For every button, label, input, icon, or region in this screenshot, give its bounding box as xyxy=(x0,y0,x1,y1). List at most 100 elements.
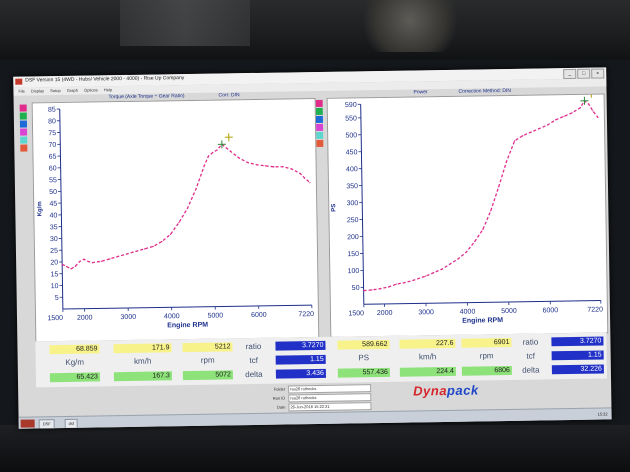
y-tick-label: 50 xyxy=(352,285,360,292)
y-tick-label: 70 xyxy=(48,142,56,149)
rpm-unit-label: rpm xyxy=(200,355,215,365)
minimize-button[interactable]: _ xyxy=(563,68,577,80)
taskbar-item-dsf[interactable]: DSF xyxy=(38,419,55,429)
monitor-bezel xyxy=(0,425,630,472)
x-tick-label: 4000 xyxy=(164,313,180,320)
power-correction: Correction Method: DIN xyxy=(458,87,512,95)
power-tcf-label: tcf xyxy=(526,351,535,361)
y-tick-label: 350 xyxy=(346,183,358,190)
y-tick-label: 85 xyxy=(48,107,56,114)
app-icon xyxy=(15,78,23,85)
runid-label: Run ID xyxy=(272,395,286,401)
y-tick-label: 250 xyxy=(347,217,359,224)
start-button[interactable] xyxy=(20,419,35,428)
legend-swatch[interactable] xyxy=(19,104,27,112)
power-speed-value: 227.6 xyxy=(399,338,456,349)
x-tick-label: 4000 xyxy=(460,309,476,316)
data-point xyxy=(424,275,427,277)
tcf-label: tcf xyxy=(249,355,258,366)
power-tcf-value: 1.15 xyxy=(551,350,604,361)
y-tick-label: 60 xyxy=(49,165,57,172)
legend-swatch[interactable] xyxy=(20,136,28,144)
torque-peak-value: 68.859 xyxy=(49,344,100,355)
power-unit-label: PS xyxy=(358,353,370,363)
delta-value: 3.436 xyxy=(275,368,326,379)
x-tick-label: 2000 xyxy=(77,315,93,322)
power-y-axis-title: PS xyxy=(331,203,338,212)
y-tick-label: 150 xyxy=(347,251,359,258)
data-point xyxy=(513,140,516,142)
torque-ref-value: 65.423 xyxy=(49,372,101,383)
legend-swatch[interactable] xyxy=(315,123,324,131)
power-delta-label: delta xyxy=(522,365,540,375)
tcf-value: 1.15 xyxy=(275,354,326,365)
y-tick-label: 450 xyxy=(346,149,358,156)
maximize-button[interactable]: □ xyxy=(577,68,591,79)
taskbar-clock: 15:22 xyxy=(597,411,608,417)
data-point xyxy=(396,283,398,285)
legend-swatch[interactable] xyxy=(315,107,323,115)
y-axis-line xyxy=(360,104,365,305)
legend-swatch[interactable] xyxy=(316,131,324,139)
torque-graph-panel: 5 10 15 20 25 30 35 40 45 50 55 60 65 70 75 80 85 1500 200… xyxy=(31,97,320,343)
x-tick-label: 7220 xyxy=(587,306,603,313)
y-tick-label: 100 xyxy=(348,268,360,275)
legend-swatch[interactable] xyxy=(316,139,324,147)
power-chart: 50 100 150 200 250 300 350 400 450 500 550 590 1500 2… xyxy=(345,94,603,325)
menu-setup[interactable]: Setup xyxy=(50,88,61,93)
x-tick-label: 5000 xyxy=(501,308,517,315)
power-ratio-label: ratio xyxy=(522,337,539,347)
power-peak-value: 589.662 xyxy=(337,339,390,350)
torque-legend xyxy=(19,104,28,153)
monitor-screen: DSF Version 15 (4WD - Hubs/ Vehicle 2000… xyxy=(13,67,612,429)
menu-file[interactable]: File xyxy=(18,89,25,94)
y-tick-label: 10 xyxy=(51,283,59,290)
power-ref-rpm: 6806 xyxy=(461,365,512,376)
torque-ref-speed: 167.3 xyxy=(113,371,172,382)
x-tick-label: 2000 xyxy=(377,310,393,317)
y-tick-label: 500 xyxy=(345,132,357,139)
window-controls: _ □ × xyxy=(563,68,605,80)
y-tick-label: 55 xyxy=(49,177,57,184)
background-shelf xyxy=(120,0,250,46)
x-axis-title: Engine RPM xyxy=(462,317,503,325)
torque-speed-value: 171.9 xyxy=(113,343,172,354)
x-axis-line xyxy=(363,300,601,305)
background-object xyxy=(355,0,465,52)
menu-help[interactable]: Help xyxy=(104,87,112,92)
power-graph-header: Power xyxy=(413,89,428,96)
y-tick-label: 300 xyxy=(347,200,359,207)
legend-swatch[interactable] xyxy=(315,99,323,107)
logo-part-dyna: Dyna xyxy=(413,382,448,399)
close-button[interactable]: × xyxy=(591,68,605,79)
legend-swatch[interactable] xyxy=(20,128,28,136)
runid-field: rsa28 rothecks xyxy=(288,393,372,403)
menu-display[interactable]: Display xyxy=(31,88,44,93)
y-tick-label: 15 xyxy=(50,271,58,278)
y-tick-label: 590 xyxy=(345,102,357,109)
date-field: 26-Jun-2018 15:22:21 xyxy=(288,402,372,412)
speed-unit-label: km/h xyxy=(133,356,152,366)
y-tick-label: 35 xyxy=(50,224,58,231)
torque-graph-header: Torque (Axle Torque ÷ Gear Ratio) xyxy=(108,93,185,101)
power-rpm-unit-label: rpm xyxy=(479,351,494,361)
y-tick-label: 20 xyxy=(50,259,58,266)
y-tick-label: 400 xyxy=(346,166,358,173)
x-axis-line xyxy=(62,304,312,310)
legend-swatch[interactable] xyxy=(20,144,28,152)
data-point xyxy=(563,115,565,117)
photo-scene: DSF Version 15 (4WD - Hubs/ Vehicle 2000… xyxy=(0,0,630,472)
y-tick-label: 5 xyxy=(55,295,59,302)
legend-swatch[interactable] xyxy=(315,115,323,123)
x-axis-title: Engine RPM xyxy=(167,322,208,330)
torque-rpm-value: 5212 xyxy=(182,342,233,353)
taskbar-item-dsf-2[interactable]: dsf xyxy=(64,418,79,429)
series-line xyxy=(363,99,599,292)
menu-graph[interactable]: Graph xyxy=(67,88,78,93)
legend-swatch[interactable] xyxy=(19,120,28,128)
ratio-value: 3.7270 xyxy=(275,340,326,351)
data-point xyxy=(592,110,594,112)
y-axis-line xyxy=(59,108,64,309)
menu-options[interactable]: Options xyxy=(84,87,98,92)
legend-swatch[interactable] xyxy=(19,112,27,120)
